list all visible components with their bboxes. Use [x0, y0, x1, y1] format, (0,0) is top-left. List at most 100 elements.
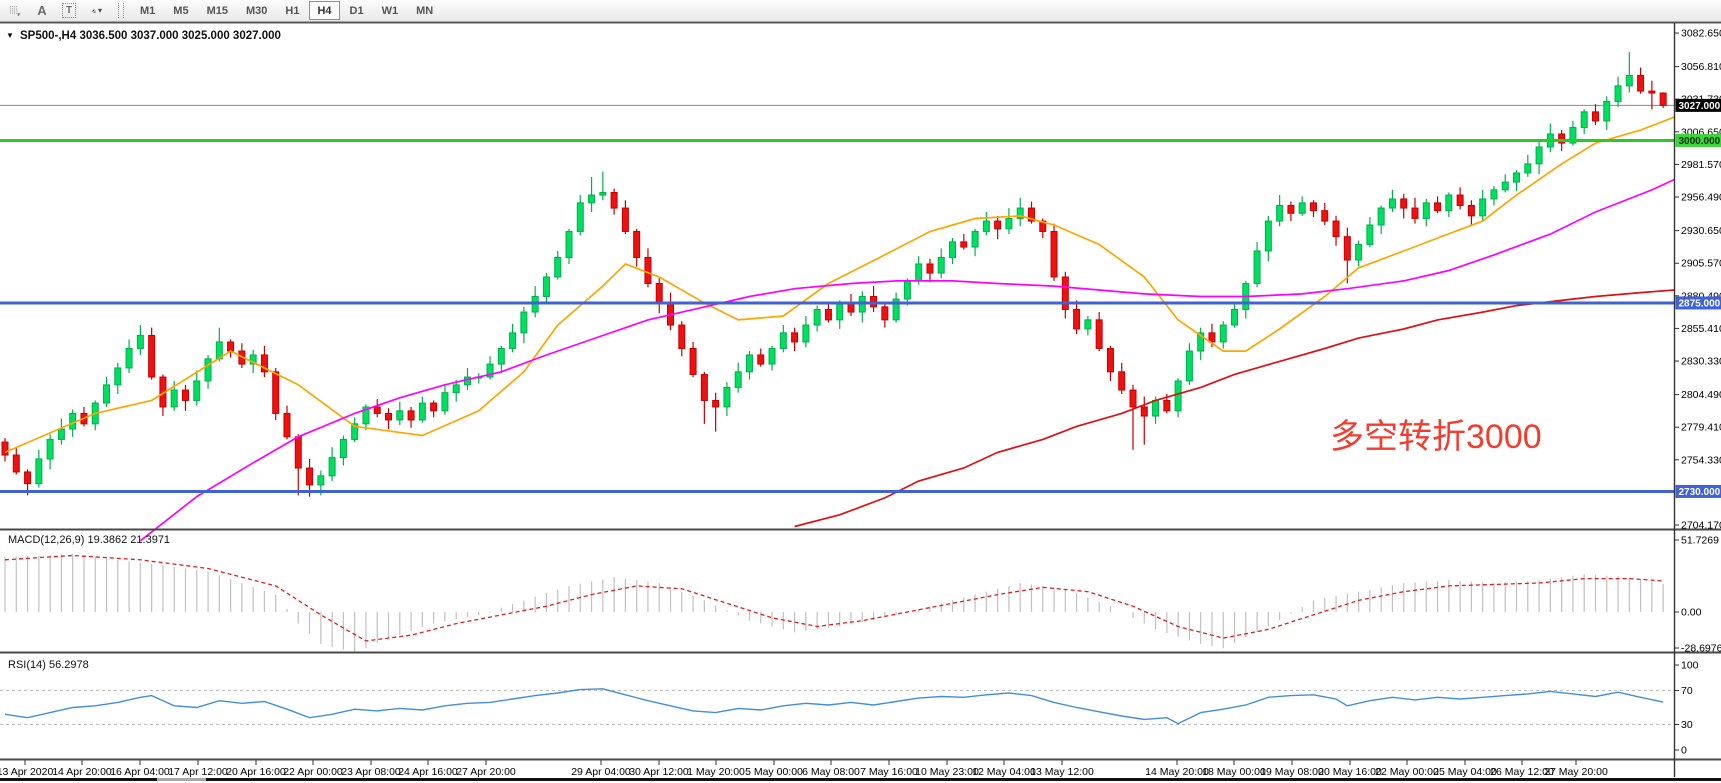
price-tag-label: 3000.000: [1679, 136, 1721, 147]
date-label: 25 May 04:00: [1433, 766, 1497, 778]
timeframe-button-m30[interactable]: M30: [238, 1, 275, 20]
candle: [814, 309, 820, 325]
horizontal-scrollbar-thumb[interactable]: [157, 778, 206, 781]
candle: [746, 355, 752, 372]
timeframe-button-m5[interactable]: M5: [165, 1, 196, 20]
candle: [1096, 320, 1102, 349]
candle: [961, 242, 967, 247]
candle: [577, 203, 583, 232]
date-label: 19 May 08:00: [1260, 766, 1324, 778]
candle: [1107, 348, 1113, 371]
candle: [510, 333, 516, 349]
rsi-label: RSI(14) 56.2978: [8, 659, 89, 671]
candle: [431, 403, 437, 411]
candle: [137, 335, 143, 348]
candle: [329, 458, 335, 476]
timeframe-button-m15[interactable]: M15: [199, 1, 236, 20]
date-label: 20 May 16:00: [1318, 766, 1382, 778]
candle: [205, 359, 211, 381]
candle: [1153, 400, 1159, 416]
date-label: 14 Apr 20:00: [52, 766, 112, 778]
candle: [950, 242, 956, 258]
candle: [634, 231, 640, 257]
timeframe-button-w1[interactable]: W1: [374, 1, 407, 20]
toolbar-grip[interactable]: [118, 3, 124, 18]
candle: [1074, 309, 1080, 328]
date-label: 24 Apr 16:00: [398, 766, 458, 778]
candle: [600, 192, 606, 195]
cursor-arrows-icon[interactable]: ▾: [83, 1, 109, 20]
candle: [645, 257, 651, 283]
candle: [1480, 199, 1486, 216]
candle: [25, 472, 31, 484]
candle: [1468, 205, 1474, 215]
price-tick-label: 2804.490: [1681, 389, 1721, 401]
candle: [803, 325, 809, 342]
candle: [916, 264, 922, 281]
text-box-icon[interactable]: T: [56, 1, 82, 20]
candle: [340, 439, 346, 457]
date-label: 22 May 00:00: [1375, 766, 1439, 778]
candle: [1175, 381, 1181, 411]
candle: [1164, 400, 1170, 410]
candle: [1604, 101, 1610, 120]
price-tick-label: 2830.330: [1681, 356, 1721, 368]
candle: [1446, 195, 1452, 211]
dotted-grid-glyph: F: [9, 3, 21, 19]
candle: [1220, 325, 1226, 342]
candle: [1638, 75, 1644, 91]
horizontal-scrollbar-track[interactable]: [0, 778, 1721, 781]
rsi-tick-label: 100: [1681, 660, 1699, 672]
chart-symbol-header: SP500-,H4 3036.500 3037.000 3025.000 302…: [20, 30, 281, 42]
price-tick-label: 2905.570: [1681, 258, 1721, 270]
candle: [543, 277, 549, 296]
candle: [1186, 351, 1192, 381]
price-tag-label: 3027.000: [1679, 101, 1721, 112]
candle: [938, 257, 944, 273]
symbol-dropdown-icon[interactable]: ▼: [6, 31, 14, 40]
candle: [453, 385, 459, 393]
candle: [1006, 218, 1012, 228]
candle: [104, 385, 110, 403]
candle: [927, 264, 933, 273]
candle: [1299, 203, 1305, 213]
candle: [1232, 309, 1238, 325]
candle: [58, 429, 64, 439]
candle: [126, 348, 132, 367]
text-label-icon[interactable]: A: [29, 1, 55, 20]
candle: [555, 257, 561, 276]
candle: [1344, 237, 1350, 260]
date-label: 13 Apr 2020: [0, 766, 53, 778]
candle: [1209, 333, 1215, 342]
dotted-grid-f-icon[interactable]: F: [2, 1, 28, 20]
timeframe-button-mn[interactable]: MN: [408, 1, 441, 20]
candle: [295, 437, 301, 468]
timeframe-button-h4[interactable]: H4: [309, 1, 339, 20]
candle: [589, 195, 595, 203]
date-label: 12 May 04:00: [972, 766, 1036, 778]
candle: [995, 221, 1001, 229]
timeframe-button-m1[interactable]: M1: [132, 1, 163, 20]
date-label: 6 May 08:00: [802, 766, 860, 778]
timeframe-button-h1[interactable]: H1: [277, 1, 307, 20]
candle: [36, 459, 42, 484]
candle: [1525, 164, 1531, 173]
macd-tick-label: -28.6976: [1681, 643, 1721, 655]
candle: [1660, 93, 1666, 105]
timeframe-button-group: M1M5M15M30H1H4D1W1MN: [131, 1, 442, 20]
date-label: 16 Apr 04:00: [110, 766, 170, 778]
candle: [1514, 173, 1520, 182]
candle: [149, 335, 155, 377]
price-tick-label: 3056.810: [1681, 61, 1721, 73]
candle: [690, 348, 696, 374]
timeframe-button-d1[interactable]: D1: [342, 1, 372, 20]
rsi-tick-label: 30: [1681, 719, 1693, 731]
candle: [882, 307, 888, 320]
candle: [419, 403, 425, 420]
date-label: 10 May 23:00: [915, 766, 979, 778]
price-tick-label: 2754.330: [1681, 454, 1721, 466]
candle: [1423, 203, 1429, 219]
macd-tick-label: 51.7269: [1681, 535, 1719, 547]
chart-background: [0, 22, 1721, 783]
price-tick-label: 2704.170: [1681, 520, 1721, 532]
